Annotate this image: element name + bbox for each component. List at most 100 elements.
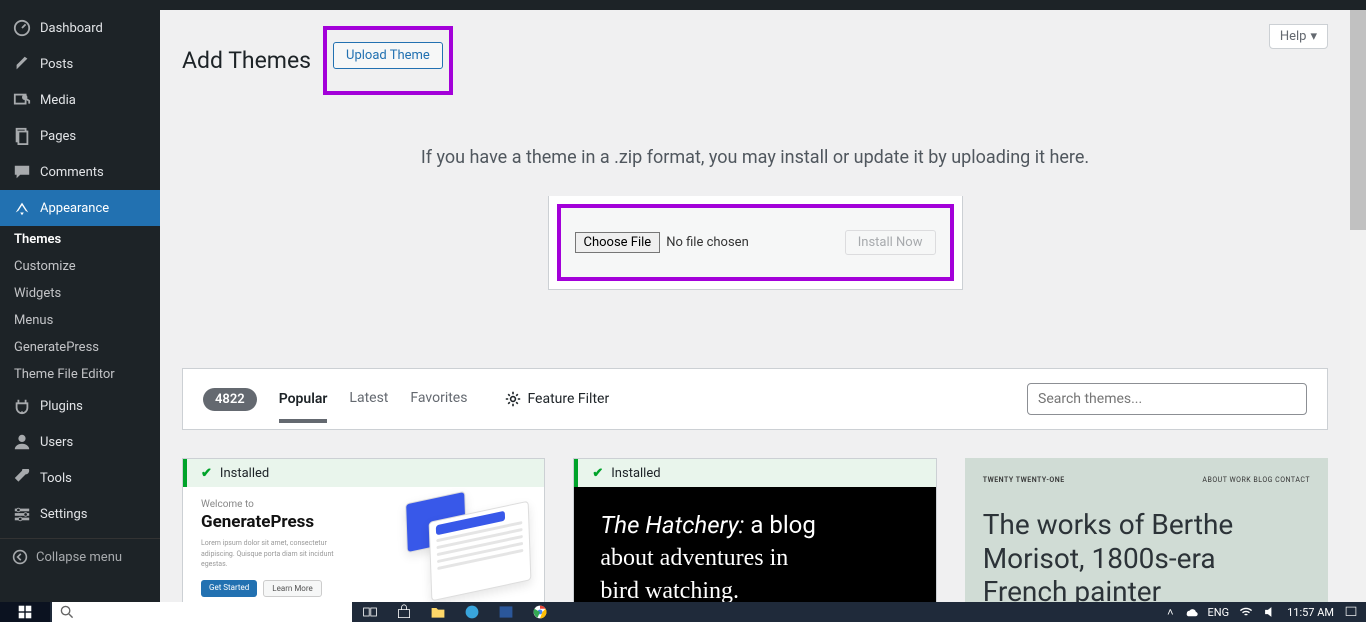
taskbar-tray: ˄ ENG 11:57 AM <box>1167 605 1366 619</box>
search-themes-input[interactable] <box>1027 383 1307 415</box>
feature-filter-button[interactable]: Feature Filter <box>505 391 609 407</box>
user-icon <box>12 432 32 452</box>
store-icon[interactable] <box>396 604 412 620</box>
menu-settings[interactable]: Settings <box>0 496 160 532</box>
submenu-themes[interactable]: Themes <box>0 226 160 253</box>
theme-browser-bar: 4822 Popular Latest Favorites Feature Fi… <box>182 368 1328 430</box>
filter-popular[interactable]: Popular <box>279 391 328 423</box>
settings-icon <box>12 504 32 524</box>
file-status-text: No file chosen <box>666 235 749 250</box>
menu-appearance[interactable]: Appearance <box>0 190 160 226</box>
tray-volume-icon[interactable] <box>1263 605 1277 619</box>
theme-card-twentytwentyone[interactable]: TWENTY TWENTY-ONE ABOUT WORK BLOG CONTAC… <box>965 458 1328 602</box>
search-icon <box>60 605 74 619</box>
preview-brand: TWENTY TWENTY-ONE <box>983 476 1065 484</box>
preview-line1-rest: a blog <box>744 511 815 539</box>
menu-label: Appearance <box>40 201 109 216</box>
menu-posts[interactable]: Posts <box>0 46 160 82</box>
menu-label: Comments <box>40 165 104 180</box>
menu-label: Pages <box>40 129 76 144</box>
page-scrollbar[interactable] <box>1350 10 1366 602</box>
tray-onedrive-icon[interactable] <box>1184 605 1198 619</box>
menu-label: Posts <box>40 57 73 72</box>
collapse-menu-button[interactable]: Collapse menu <box>0 538 160 575</box>
page-title: Add Themes <box>182 47 311 74</box>
preview-line3: French painter <box>983 575 1310 602</box>
submenu-widgets[interactable]: Widgets <box>0 280 160 307</box>
preview-line2: about adventures in <box>600 542 909 574</box>
upload-form-outer: Choose File No file chosen Install Now <box>548 196 963 290</box>
tray-clock[interactable]: 11:57 AM <box>1287 607 1334 618</box>
menu-label: Users <box>40 435 73 450</box>
menu-users[interactable]: Users <box>0 424 160 460</box>
tray-chevron-icon[interactable]: ˄ <box>1167 606 1173 619</box>
installed-label: Installed <box>611 466 660 481</box>
scrollbar-thumb[interactable] <box>1350 10 1366 230</box>
theme-card-generatepress[interactable]: ✔ Installed Welcome to GeneratePress Lor… <box>182 458 545 602</box>
word-icon[interactable] <box>498 604 514 620</box>
filter-latest[interactable]: Latest <box>349 390 388 408</box>
theme-card-hatchery[interactable]: ✔ Installed The Hatchery: a blog about a… <box>573 458 936 602</box>
submenu-theme-file-editor[interactable]: Theme File Editor <box>0 361 160 388</box>
preview-mock-graphics <box>376 497 536 602</box>
preview-learn-more: Learn More <box>263 580 321 597</box>
upload-form-highlight: Choose File No file chosen Install Now <box>557 204 954 281</box>
taskbar-apps <box>354 604 556 620</box>
dashboard-icon <box>12 18 32 38</box>
taskbar-search[interactable]: Type here to search <box>52 602 352 622</box>
preview-line1: The works of Berthe <box>983 508 1310 542</box>
start-button[interactable] <box>0 602 50 622</box>
chevron-down-icon: ▾ <box>1310 29 1317 44</box>
collapse-label: Collapse menu <box>36 550 122 565</box>
comment-icon <box>12 162 32 182</box>
menu-label: Dashboard <box>40 21 103 36</box>
admin-bar <box>0 0 1366 10</box>
help-tab[interactable]: Help ▾ <box>1269 24 1328 49</box>
choose-file-button[interactable]: Choose File <box>575 232 661 253</box>
install-now-button[interactable]: Install Now <box>845 230 936 255</box>
installed-badge: ✔ Installed <box>574 459 935 487</box>
appearance-submenu: Themes Customize Widgets Menus GenerateP… <box>0 226 160 388</box>
help-label: Help <box>1280 29 1307 44</box>
menu-plugins[interactable]: Plugins <box>0 388 160 424</box>
installed-badge: ✔ Installed <box>183 459 544 487</box>
chrome-icon[interactable] <box>532 604 548 620</box>
page-icon <box>12 126 32 146</box>
check-icon: ✔ <box>592 466 603 481</box>
preview-nav: ABOUT WORK BLOG CONTACT <box>1202 476 1310 484</box>
task-view-icon[interactable] <box>362 604 378 620</box>
preview-line1-em: The Hatchery: <box>600 511 744 539</box>
windows-taskbar: Type here to search ˄ ENG 11:57 AM <box>0 602 1366 622</box>
collapse-icon <box>12 549 28 565</box>
submenu-menus[interactable]: Menus <box>0 307 160 334</box>
media-icon <box>12 90 32 110</box>
explorer-icon[interactable] <box>430 604 446 620</box>
preview-description: Lorem ipsum dolor sit amet, consectetur … <box>201 538 361 570</box>
menu-comments[interactable]: Comments <box>0 154 160 190</box>
preview-get-started: Get Started <box>201 580 257 597</box>
menu-tools[interactable]: Tools <box>0 460 160 496</box>
upload-info-text: If you have a theme in a .zip format, yo… <box>182 147 1328 168</box>
theme-preview: TWENTY TWENTY-ONE ABOUT WORK BLOG CONTAC… <box>965 458 1328 602</box>
appearance-icon <box>12 198 32 218</box>
tray-language[interactable]: ENG <box>1208 606 1230 619</box>
upload-theme-button[interactable]: Upload Theme <box>333 42 443 69</box>
menu-pages[interactable]: Pages <box>0 118 160 154</box>
theme-preview: The Hatchery: a blog about adventures in… <box>574 487 935 602</box>
edge-icon[interactable] <box>464 604 480 620</box>
preview-line3: bird watching. <box>600 575 909 602</box>
menu-media[interactable]: Media <box>0 82 160 118</box>
menu-dashboard[interactable]: Dashboard <box>0 10 160 46</box>
plugin-icon <box>12 396 32 416</box>
filter-favorites[interactable]: Favorites <box>410 390 467 408</box>
menu-label: Plugins <box>40 399 83 414</box>
tray-notifications-icon[interactable] <box>1344 605 1358 619</box>
submenu-customize[interactable]: Customize <box>0 253 160 280</box>
wrench-icon <box>12 468 32 488</box>
tray-wifi-icon[interactable] <box>1239 605 1253 619</box>
gear-icon <box>505 391 521 407</box>
upload-theme-highlight: Upload Theme <box>323 26 453 95</box>
content-area: Help ▾ Add Themes Upload Theme If you ha… <box>160 10 1350 602</box>
submenu-generatepress[interactable]: GeneratePress <box>0 334 160 361</box>
theme-grid: ✔ Installed Welcome to GeneratePress Lor… <box>182 458 1328 602</box>
